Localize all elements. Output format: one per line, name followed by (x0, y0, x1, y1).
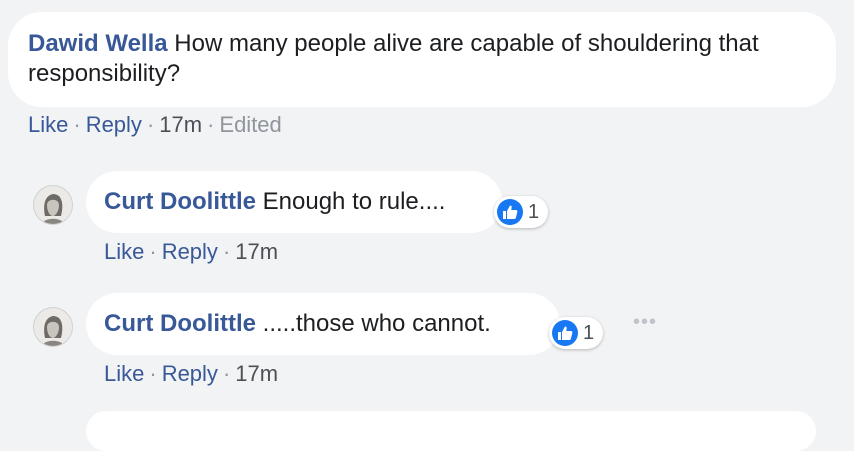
reaction-count-label: 1 (583, 321, 595, 344)
avatar[interactable] (33, 307, 73, 347)
thumbs-up-icon (552, 320, 578, 346)
separator-dot: · (149, 239, 157, 264)
reaction-count[interactable]: 1 (494, 196, 549, 228)
reply-bubble: Curt Doolittle .....those who cannot. (86, 293, 560, 355)
reply-link[interactable]: Reply (162, 361, 218, 386)
reply-timestamp[interactable]: 17m (235, 361, 278, 386)
thumbs-up-icon (497, 199, 523, 225)
reply-author[interactable]: Curt Doolittle (104, 310, 256, 337)
reaction-count[interactable]: 1 (549, 317, 604, 349)
comment-bubble: Dawid Wella How many people alive are ca… (8, 12, 836, 107)
reaction-count-label: 1 (528, 200, 540, 223)
edited-label[interactable]: Edited (219, 112, 281, 137)
avatar[interactable] (33, 185, 73, 225)
comment-timestamp[interactable]: 17m (159, 112, 202, 137)
more-options-icon[interactable]: ••• (633, 311, 657, 334)
comment-actions: Like · Reply · 17m · Edited (28, 112, 282, 138)
separator-dot: · (73, 112, 81, 137)
comment-author[interactable]: Dawid Wella (28, 30, 168, 57)
reply-timestamp[interactable]: 17m (235, 239, 278, 264)
reply-actions: Like · Reply · 17m (104, 239, 278, 265)
reply-author[interactable]: Curt Doolittle (104, 188, 256, 215)
reply-actions: Like · Reply · 17m (104, 361, 278, 387)
separator-dot: · (222, 239, 231, 264)
like-link[interactable]: Like (104, 239, 144, 264)
separator-dot: · (149, 361, 157, 386)
reply-link[interactable]: Reply (86, 112, 142, 137)
separator-dot: · (146, 112, 155, 137)
reply-link[interactable]: Reply (162, 239, 218, 264)
reply-text: .....those who cannot. (262, 310, 491, 337)
like-link[interactable]: Like (104, 361, 144, 386)
reply-text: Enough to rule.... (262, 188, 446, 215)
separator-dot: · (222, 361, 231, 386)
separator-dot: · (207, 112, 215, 137)
next-reply-bubble (86, 411, 816, 451)
reply-bubble: Curt Doolittle Enough to rule.... (86, 171, 502, 233)
like-link[interactable]: Like (28, 112, 68, 137)
